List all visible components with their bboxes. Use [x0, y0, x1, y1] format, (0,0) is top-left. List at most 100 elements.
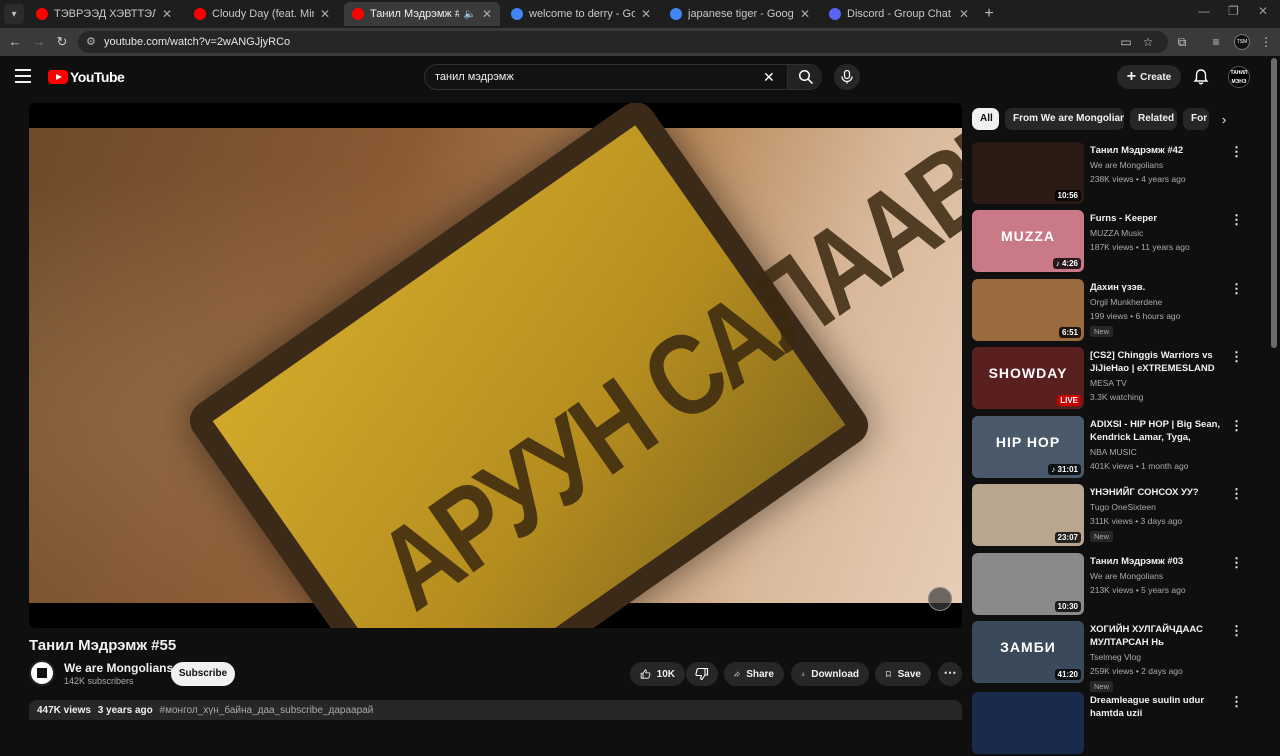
tab-close-icon[interactable]: ✕: [959, 7, 969, 21]
browser-menu-icon[interactable]: ⋮: [1258, 34, 1274, 50]
browser-tab[interactable]: japanese tiger - Google Search ✕: [662, 2, 818, 26]
browser-profile-avatar[interactable]: TSM: [1234, 34, 1250, 50]
recommended-title[interactable]: Дахин үзэв.: [1090, 281, 1222, 294]
video-thumbnail[interactable]: 10:30: [972, 553, 1084, 615]
video-thumbnail[interactable]: SHOWDAY LIVE: [972, 347, 1084, 409]
video-thumbnail[interactable]: ЗАМБИ 41:20: [972, 621, 1084, 683]
recommended-video[interactable]: ЗАМБИ 41:20 ХОГИЙН ХУЛГАЙЧДААС МУЛТАРСАН Н…: [972, 621, 1243, 692]
tab-search-chevron-icon[interactable]: ▾: [4, 4, 24, 24]
kebab-menu-icon[interactable]: ⋮: [1230, 486, 1243, 502]
recommended-channel[interactable]: Tselmeg Vlog: [1090, 652, 1141, 662]
like-button[interactable]: 10K: [630, 662, 685, 686]
kebab-menu-icon[interactable]: ⋮: [1230, 555, 1243, 571]
recommended-title[interactable]: ҮНЭНИЙГ СОНСОХ УУ?: [1090, 486, 1222, 499]
browser-tab[interactable]: Discord - Group Chat That's All Fun ✕: [821, 2, 977, 26]
bookmark-star-icon[interactable]: ☆: [1140, 34, 1156, 50]
reading-list-icon[interactable]: ≡: [1208, 34, 1224, 50]
new-tab-plus-icon[interactable]: +: [980, 5, 998, 23]
hamburger-menu-icon[interactable]: [15, 69, 31, 83]
share-button[interactable]: Share: [724, 662, 784, 686]
chevron-right-icon[interactable]: ›: [1212, 108, 1236, 132]
youtube-logo[interactable]: YouTube: [48, 69, 125, 85]
forward-arrow-icon[interactable]: →: [31, 34, 47, 50]
clear-search-icon[interactable]: ✕: [763, 69, 775, 86]
video-thumbnail[interactable]: 10:56: [972, 142, 1084, 204]
video-player[interactable]: АРУУН САЛААВЧ: [29, 103, 962, 628]
voice-search-button[interactable]: [834, 64, 860, 90]
minimize-icon[interactable]: —: [1198, 4, 1210, 18]
kebab-menu-icon[interactable]: ⋮: [1230, 418, 1243, 434]
cast-icon[interactable]: ▭: [1118, 34, 1134, 50]
channel-watermark-icon[interactable]: [928, 587, 952, 611]
recommended-channel[interactable]: MUZZA Music: [1090, 228, 1143, 238]
channel-name[interactable]: We are Mongolians: [64, 661, 173, 675]
subscribe-button[interactable]: Subscribe: [171, 662, 235, 686]
tab-close-icon[interactable]: ✕: [320, 7, 330, 21]
notifications-bell-icon[interactable]: [1192, 68, 1210, 86]
recommended-title[interactable]: Танил Мэдрэмж #42: [1090, 144, 1222, 157]
video-thumbnail[interactable]: HIP HOP ♪ 31:01: [972, 416, 1084, 478]
site-info-icon[interactable]: ⚙: [86, 35, 96, 48]
create-button[interactable]: + Create: [1117, 65, 1181, 89]
reload-icon[interactable]: ↻: [54, 34, 70, 50]
video-thumbnail[interactable]: MUZZA ♪ 4:26: [972, 210, 1084, 272]
recommended-video[interactable]: SHOWDAY LIVE [CS2] Chinggis Warriors vs Ji…: [972, 347, 1243, 411]
kebab-menu-icon[interactable]: ⋮: [1230, 212, 1243, 228]
recommended-title[interactable]: Dreamleague suulin udur hamtda uzii: [1090, 694, 1222, 720]
tab-close-icon[interactable]: ✕: [641, 7, 651, 21]
recommended-title[interactable]: ХОГИЙН ХУЛГАЙЧДААС МУЛТАРСАН Нь #tselmeg…: [1090, 623, 1222, 649]
recommended-video[interactable]: 10:30 Танил Мэдрэмж #03 We are Mongolians 2…: [972, 553, 1243, 617]
speaker-icon[interactable]: 🔈: [463, 9, 475, 20]
recommended-channel[interactable]: Orgil Munkherdene: [1090, 297, 1162, 307]
recommended-title[interactable]: Танил Мэдрэмж #03: [1090, 555, 1222, 568]
tab-close-icon[interactable]: ✕: [800, 7, 810, 21]
video-thumbnail[interactable]: 6:51: [972, 279, 1084, 341]
chip-related[interactable]: Related: [1130, 108, 1177, 130]
kebab-menu-icon[interactable]: ⋮: [1230, 623, 1243, 639]
account-avatar[interactable]: ТАНИЛ МЭНЭ: [1228, 66, 1250, 88]
save-button[interactable]: Save: [875, 662, 931, 686]
recommended-video[interactable]: 23:07 ҮНЭНИЙГ СОНСОХ УУ? Tugo OneSixteen 31…: [972, 484, 1243, 548]
recommended-channel[interactable]: We are Mongolians: [1090, 160, 1163, 170]
chip-from-channel[interactable]: From We are Mongolians: [1005, 108, 1124, 130]
more-actions-icon[interactable]: ⋯: [938, 662, 962, 686]
browser-tab-active[interactable]: Танил Мэдрэмж #55 - YouTube 🔈 ✕: [344, 2, 500, 26]
recommended-channel[interactable]: NBA MUSIC: [1090, 447, 1137, 457]
browser-tab[interactable]: welcome to derry - Google Search ✕: [503, 2, 659, 26]
recommended-video[interactable]: HIP HOP ♪ 31:01 ADIXSI - HIP HOP | Big Sea…: [972, 416, 1243, 480]
recommended-channel[interactable]: We are Mongolians: [1090, 571, 1163, 581]
kebab-menu-icon[interactable]: ⋮: [1230, 144, 1243, 160]
search-button[interactable]: [787, 65, 822, 89]
page-scrollbar[interactable]: [1271, 58, 1277, 348]
hashtags[interactable]: #монгол_хүн_байна_даа_subscribe_дарaарай: [160, 705, 374, 716]
recommended-video[interactable]: 10:56 Танил Мэдрэмж #42 We are Mongolians 2…: [972, 142, 1243, 206]
address-bar[interactable]: ⚙ youtube.com/watch?v=2wANGJjyRCo: [78, 31, 1168, 53]
recommended-title[interactable]: [CS2] Chinggis Warriors vs JiJieHao | eX…: [1090, 349, 1222, 375]
video-thumbnail[interactable]: [972, 692, 1084, 754]
close-window-icon[interactable]: ✕: [1258, 4, 1268, 18]
dislike-button[interactable]: [686, 662, 718, 686]
back-arrow-icon[interactable]: ←: [7, 34, 23, 50]
video-thumbnail[interactable]: 23:07: [972, 484, 1084, 546]
extensions-puzzle-icon[interactable]: ⧉: [1174, 34, 1190, 50]
recommended-video[interactable]: MUZZA ♪ 4:26 Furns - Keeper MUZZA Music 187K…: [972, 210, 1243, 274]
download-button[interactable]: Download: [791, 662, 869, 686]
kebab-menu-icon[interactable]: ⋮: [1230, 694, 1243, 710]
recommended-channel[interactable]: MESA TV: [1090, 378, 1127, 388]
recommended-title[interactable]: ADIXSI - HIP HOP | Big Sean, Kendrick La…: [1090, 418, 1222, 444]
browser-tab[interactable]: Cloudy Day (feat. Minna Forouhi) ✕: [186, 2, 338, 26]
kebab-menu-icon[interactable]: ⋮: [1230, 349, 1243, 365]
recommended-channel[interactable]: Tugo OneSixteen: [1090, 502, 1156, 512]
tab-close-icon[interactable]: ✕: [162, 7, 172, 21]
channel-avatar[interactable]: [29, 660, 55, 686]
kebab-menu-icon[interactable]: ⋮: [1230, 281, 1243, 297]
chip-all[interactable]: All: [972, 108, 999, 130]
tab-close-icon[interactable]: ✕: [482, 7, 492, 21]
chip-for-you[interactable]: For you: [1183, 108, 1209, 130]
browser-tab[interactable]: ТЭВРЭЭД ХЭВТТЭЛ ТЭС ХҮЙТЭН ✕: [28, 2, 180, 26]
restore-icon[interactable]: ❐: [1228, 4, 1239, 18]
recommended-video[interactable]: 6:51 Дахин үзэв. Orgil Munkherdene 199 view…: [972, 279, 1243, 343]
recommended-title[interactable]: Furns - Keeper: [1090, 212, 1222, 225]
recommended-video[interactable]: Dreamleague suulin udur hamtda uzii ⋮: [972, 692, 1243, 756]
search-input[interactable]: [435, 68, 755, 86]
